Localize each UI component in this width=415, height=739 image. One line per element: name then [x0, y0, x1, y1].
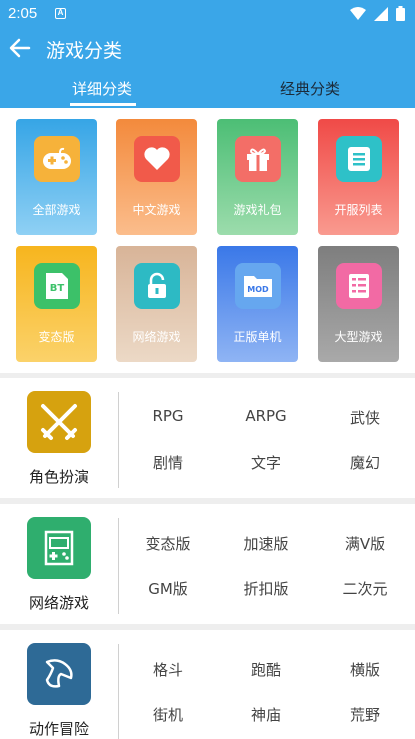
tag-text[interactable]: 文字 — [216, 452, 316, 473]
tile-online-games[interactable]: 网络游戏 — [116, 246, 197, 362]
tile-label: 全部游戏 — [32, 203, 81, 217]
tile-label: 中文游戏 — [132, 203, 181, 217]
tab-bar: 详细分类 经典分类 — [0, 74, 415, 108]
section-online-games: 网络游戏 变态版 加速版 满V版 GM版 折扣版 二次元 — [0, 504, 415, 624]
boomerang-icon[interactable] — [27, 643, 91, 705]
tile-label: 变态版 — [38, 330, 75, 344]
header: 2:05 A 游戏分类 详细分类 经典分类 — [0, 0, 415, 108]
svg-text:BT: BT — [50, 283, 65, 294]
tag-story[interactable]: 剧情 — [118, 452, 218, 473]
notification-icon: A — [55, 8, 66, 19]
status-icons — [350, 6, 405, 21]
tile-label: 开服列表 — [334, 203, 383, 217]
section-action-adventure: 动作冒险 格斗 跑酷 横版 街机 神庙 荒野 — [0, 630, 415, 739]
tag-gm-version[interactable]: GM版 — [118, 578, 218, 599]
status-time: 2:05 — [8, 5, 38, 22]
tag-speed-version[interactable]: 加速版 — [216, 533, 316, 554]
tag-anime[interactable]: 二次元 — [315, 578, 415, 599]
status-bar: 2:05 A — [0, 0, 415, 28]
page-title: 游戏分类 — [46, 40, 123, 62]
heart-icon — [134, 136, 180, 182]
tag-fighting[interactable]: 格斗 — [118, 659, 218, 680]
tag-wilderness[interactable]: 荒野 — [315, 704, 415, 725]
signal-icon — [374, 6, 388, 21]
tile-all-games[interactable]: 全部游戏 — [16, 119, 97, 235]
tile-licensed-standalone[interactable]: MOD 正版单机 — [217, 246, 298, 362]
tab-classic-category[interactable]: 经典分类 — [280, 78, 340, 99]
tag-arpg[interactable]: ARPG — [216, 407, 316, 425]
app-bar: 游戏分类 — [0, 30, 415, 66]
gift-icon — [235, 136, 281, 182]
svg-text:MOD: MOD — [247, 285, 269, 294]
tag-bt-version[interactable]: 变态版 — [118, 533, 218, 554]
tile-label: 网络游戏 — [132, 330, 181, 344]
tag-wuxia[interactable]: 武侠 — [315, 407, 415, 428]
gamepad-icon — [34, 136, 80, 182]
wifi-icon — [350, 6, 366, 20]
tile-chinese-games[interactable]: 中文游戏 — [116, 119, 197, 235]
section-title: 动作冒险 — [28, 720, 89, 738]
tag-rpg[interactable]: RPG — [118, 407, 218, 425]
tile-label: 游戏礼包 — [233, 203, 282, 217]
tag-arcade[interactable]: 街机 — [118, 704, 218, 725]
tile-label: 大型游戏 — [334, 330, 383, 344]
list-icon — [336, 136, 382, 182]
bt-icon: BT — [34, 263, 80, 309]
tag-parkour[interactable]: 跑酷 — [216, 659, 316, 680]
category-grid: 全部游戏 中文游戏 游戏礼包 开服列表 BT 变态版 网络游戏 MOD 正版单机… — [0, 108, 415, 373]
section-title: 角色扮演 — [28, 468, 89, 486]
tile-large-games[interactable]: 大型游戏 — [318, 246, 399, 362]
section-role-playing: 角色扮演 RPG ARPG 武侠 剧情 文字 魔幻 — [0, 378, 415, 498]
back-arrow-icon[interactable] — [9, 37, 31, 59]
arcade-icon[interactable] — [27, 517, 91, 579]
tag-fantasy[interactable]: 魔幻 — [315, 452, 415, 473]
server-icon — [336, 263, 382, 309]
unlock-icon — [134, 263, 180, 309]
tag-side-scroller[interactable]: 横版 — [315, 659, 415, 680]
tab-indicator — [70, 103, 136, 106]
tab-detailed-category[interactable]: 详细分类 — [72, 78, 132, 99]
tile-bt-version[interactable]: BT 变态版 — [16, 246, 97, 362]
crossed-swords-icon[interactable] — [27, 391, 91, 453]
tag-full-v-version[interactable]: 满V版 — [315, 533, 415, 554]
mod-folder-icon: MOD — [235, 263, 281, 309]
battery-icon — [396, 6, 405, 21]
tile-label: 正版单机 — [233, 330, 282, 344]
section-title: 网络游戏 — [28, 594, 89, 612]
tile-game-gifts[interactable]: 游戏礼包 — [217, 119, 298, 235]
tile-server-list[interactable]: 开服列表 — [318, 119, 399, 235]
tag-temple[interactable]: 神庙 — [216, 704, 316, 725]
tag-discount-version[interactable]: 折扣版 — [216, 578, 316, 599]
